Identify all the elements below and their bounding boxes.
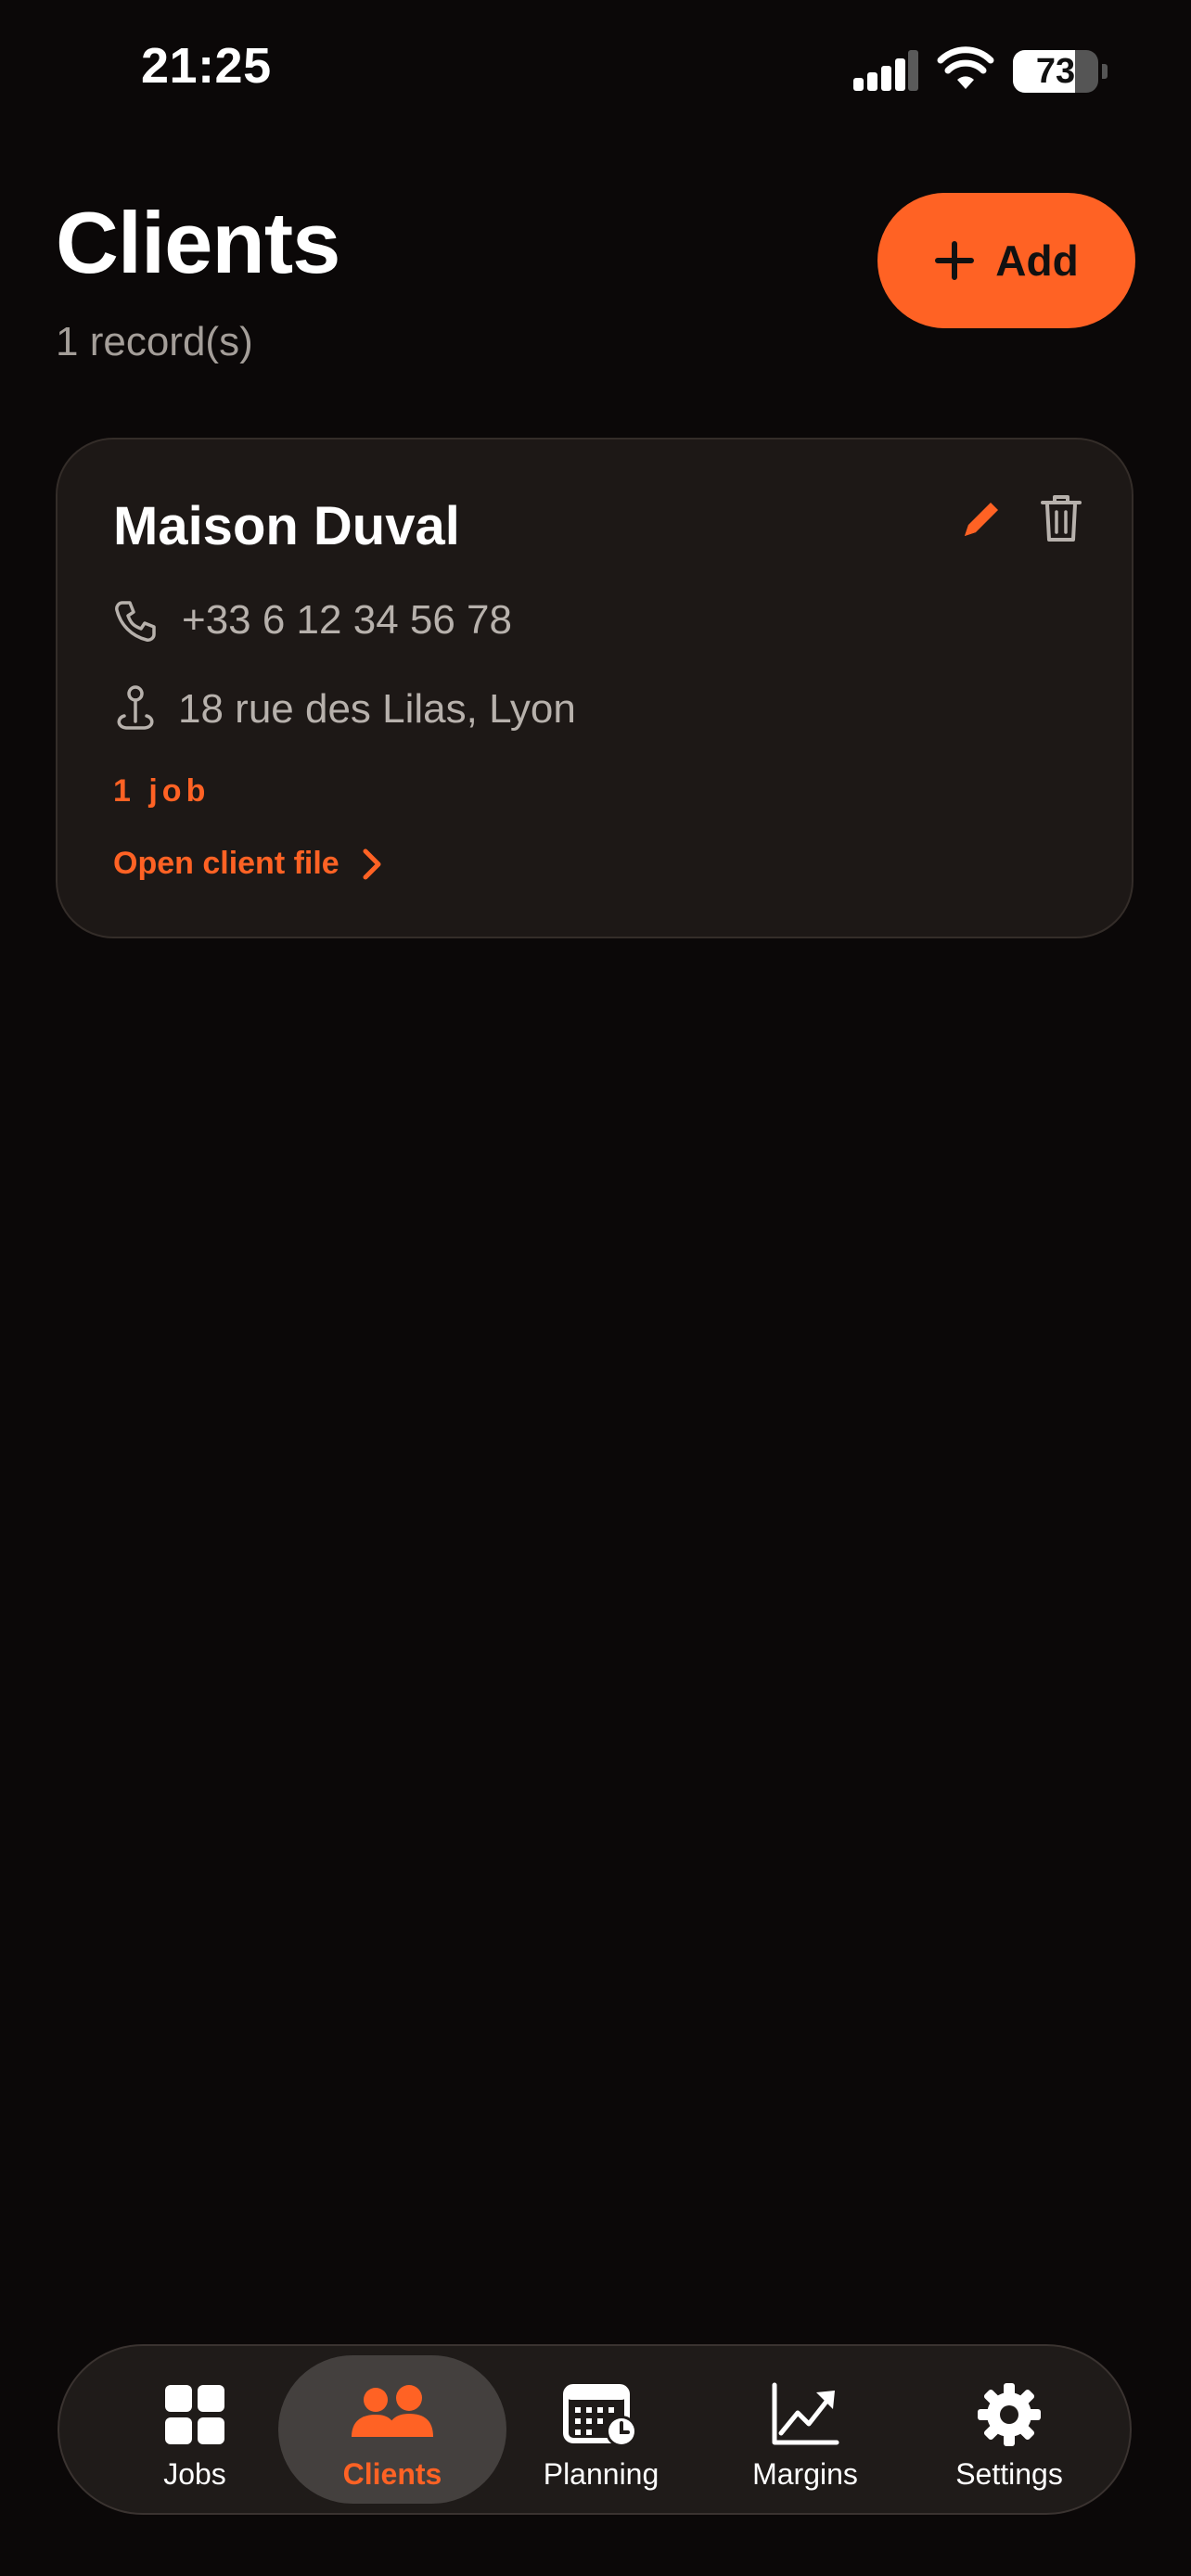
- tab-planning[interactable]: Planning: [499, 2355, 703, 2504]
- battery-cap: [1102, 64, 1108, 79]
- bottom-tab-bar: Jobs Clients Planning Margins Settings: [58, 2344, 1132, 2515]
- client-phone[interactable]: +33 6 12 34 56 78: [182, 597, 512, 644]
- jobs-count: 1 job: [113, 773, 211, 809]
- phone-icon: [115, 601, 156, 642]
- tab-label: Margins: [752, 2457, 858, 2491]
- trash-icon[interactable]: [1039, 493, 1083, 543]
- grid-icon: [165, 2385, 224, 2444]
- wifi-icon: [937, 46, 994, 89]
- battery-level: 73: [1035, 52, 1076, 91]
- tab-settings[interactable]: Settings: [907, 2355, 1111, 2504]
- chevron-right-icon: [363, 848, 381, 879]
- plus-icon: [935, 241, 975, 280]
- tab-label: Settings: [955, 2457, 1063, 2491]
- battery-icon: 73: [1013, 50, 1098, 93]
- add-client-button[interactable]: Add: [877, 193, 1135, 328]
- open-client-file-link[interactable]: Open client file: [113, 846, 384, 882]
- map-pin-icon: [117, 685, 154, 730]
- tab-margins[interactable]: Margins: [703, 2355, 907, 2504]
- tab-label: Planning: [543, 2457, 660, 2491]
- status-time: 21:25: [141, 38, 272, 94]
- open-client-file-label: Open client file: [113, 846, 339, 881]
- tab-jobs[interactable]: Jobs: [93, 2355, 297, 2504]
- tab-label: Clients: [342, 2457, 442, 2491]
- edit-icon[interactable]: [959, 497, 1004, 542]
- page-title: Clients: [56, 194, 340, 291]
- tab-label: Jobs: [163, 2457, 226, 2491]
- calendar-clock-icon: [563, 2384, 637, 2447]
- record-count: 1 record(s): [56, 319, 253, 364]
- signal-icon: [853, 50, 918, 91]
- tab-clients[interactable]: Clients: [278, 2355, 506, 2504]
- gear-icon: [978, 2383, 1041, 2446]
- trend-chart-icon: [772, 2382, 839, 2445]
- client-name: Maison Duval: [113, 496, 460, 556]
- client-card[interactable]: Maison Duval +33 6 12 34 56 78 18 rue de…: [56, 438, 1133, 938]
- people-icon: [352, 2385, 433, 2437]
- add-button-label: Add: [995, 236, 1079, 285]
- client-address: 18 rue des Lilas, Lyon: [178, 686, 576, 732]
